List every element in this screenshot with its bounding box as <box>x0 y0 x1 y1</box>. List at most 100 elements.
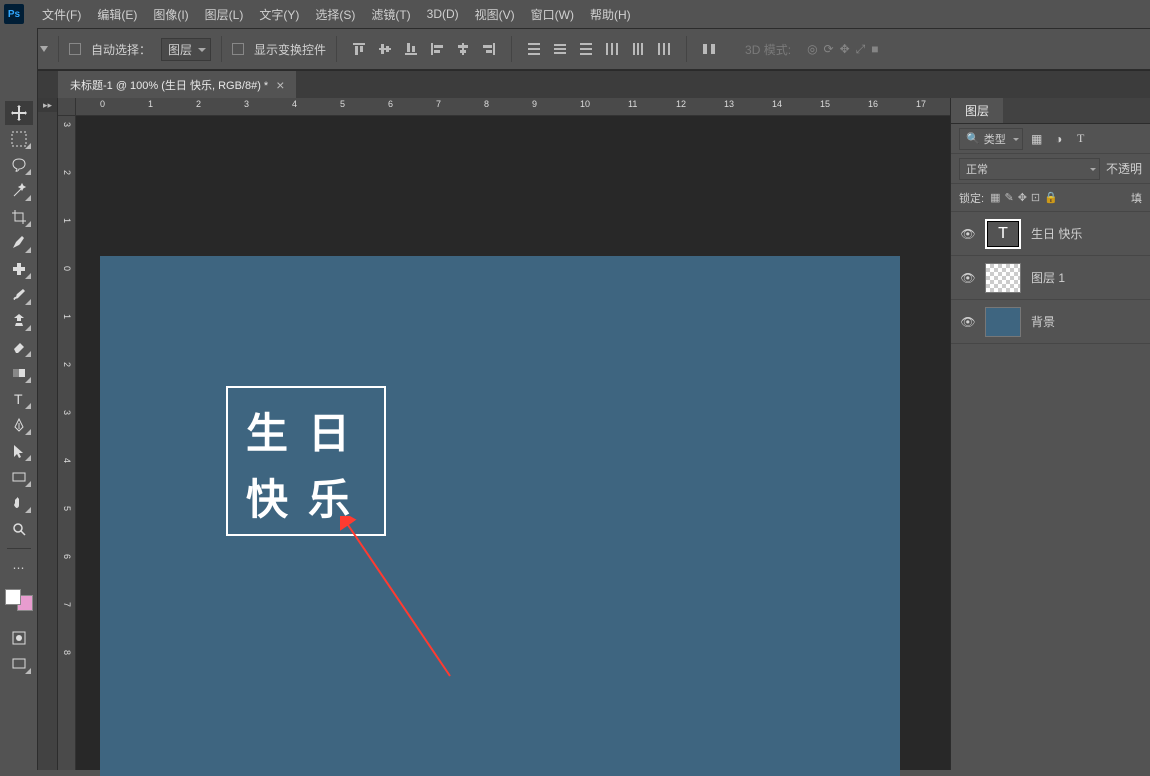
hand-tool[interactable] <box>5 491 33 515</box>
mode3d-icons: ◎ ⟳ ✥ ⤢ ■ <box>807 42 878 57</box>
layers-tab[interactable]: 图层 <box>951 98 1003 123</box>
visibility-toggle-icon[interactable]: 👁 <box>957 315 979 329</box>
auto-align-icon[interactable] <box>697 37 721 61</box>
menu-window[interactable]: 窗口(W) <box>523 0 582 28</box>
menu-layer[interactable]: 图层(L) <box>197 0 252 28</box>
ruler-horizontal[interactable]: 01234567891011121314151617 <box>76 98 950 116</box>
clone-stamp-tool[interactable] <box>5 309 33 333</box>
pan-3d-icon[interactable]: ✥ <box>840 42 850 57</box>
lock-brush-icon[interactable]: ✎ <box>1004 191 1013 204</box>
lasso-tool[interactable] <box>5 153 33 177</box>
document-canvas[interactable]: 生日 快乐 <box>100 256 900 776</box>
menu-select[interactable]: 选择(S) <box>307 0 363 28</box>
distribute-hcenter-icon[interactable] <box>626 37 650 61</box>
fill-label: 填 <box>1131 190 1142 206</box>
brush-tool[interactable] <box>5 283 33 307</box>
layer-name[interactable]: 图层 1 <box>1031 269 1065 286</box>
chevron-down-icon[interactable] <box>40 46 48 52</box>
separator <box>511 36 512 62</box>
edit-toolbar-icon[interactable]: ⋯ <box>5 556 33 580</box>
color-swatches[interactable] <box>5 589 33 611</box>
separator <box>336 36 337 62</box>
panel-dock-strip: ▸▸ <box>38 98 58 770</box>
menu-file[interactable]: 文件(F) <box>34 0 89 28</box>
menu-3d[interactable]: 3D(D) <box>419 0 467 28</box>
auto-select-label: 自动选择： <box>91 41 151 58</box>
move-tool[interactable] <box>5 101 33 125</box>
distribute-vcenter-icon[interactable] <box>548 37 572 61</box>
layer-item[interactable]: 👁 T 生日 快乐 <box>951 212 1150 256</box>
magic-wand-tool[interactable] <box>5 179 33 203</box>
canvas-text-line1: 生日 <box>246 400 370 461</box>
layer-thumbnail[interactable] <box>985 307 1021 337</box>
layer-thumbnail[interactable]: T <box>985 219 1021 249</box>
auto-select-checkbox[interactable] <box>69 43 81 55</box>
orbit-3d-icon[interactable]: ◎ <box>807 42 817 57</box>
foreground-color[interactable] <box>5 589 21 605</box>
distribute-top-icon[interactable] <box>522 37 546 61</box>
align-bottom-icon[interactable] <box>399 37 423 61</box>
layer-name[interactable]: 背景 <box>1031 313 1055 330</box>
blend-mode-dropdown[interactable]: 正常 <box>959 158 1100 180</box>
align-hcenter-icon[interactable] <box>451 37 475 61</box>
gradient-tool[interactable] <box>5 361 33 385</box>
filter-adjust-icon[interactable]: ◑ <box>1051 131 1067 147</box>
screenmode-tool[interactable] <box>5 652 33 676</box>
dock-expand-icon[interactable]: ▸▸ <box>38 98 57 112</box>
layer-item[interactable]: 👁 图层 1 <box>951 256 1150 300</box>
visibility-toggle-icon[interactable]: 👁 <box>957 271 979 285</box>
spot-heal-tool[interactable] <box>5 257 33 281</box>
slide-3d-icon[interactable]: ⤢ <box>856 42 866 57</box>
layer-filter-dropdown[interactable]: 🔍 类型 <box>959 128 1023 150</box>
lock-label: 锁定: <box>959 190 984 206</box>
menu-type[interactable]: 文字(Y) <box>251 0 307 28</box>
separator <box>221 36 222 62</box>
roll-3d-icon[interactable]: ⟳ <box>824 42 834 57</box>
type-tool[interactable]: T <box>5 387 33 411</box>
marquee-tool[interactable] <box>5 127 33 151</box>
text-selection-box[interactable]: 生日 快乐 <box>226 386 386 536</box>
align-top-icon[interactable] <box>347 37 371 61</box>
auto-select-dropdown[interactable]: 图层 <box>161 38 211 61</box>
filter-type-icon[interactable]: T <box>1073 131 1089 147</box>
menu-edit[interactable]: 编辑(E) <box>89 0 145 28</box>
document-tab[interactable]: 未标题-1 @ 100% (生日 快乐, RGB/8#) * × <box>58 71 296 98</box>
zoom-tool[interactable] <box>5 517 33 541</box>
layers-panel: 图层 🔍 类型 ▦ ◑ T 正常 不透明 锁定: ▦ ✎ ✥ ⊡ 🔒 填 👁 T… <box>950 98 1150 770</box>
menu-help[interactable]: 帮助(H) <box>582 0 639 28</box>
tools-panel: T ⋯ <box>0 28 38 770</box>
menu-filter[interactable]: 滤镜(T) <box>363 0 418 28</box>
eraser-tool[interactable] <box>5 335 33 359</box>
lock-artboard-icon[interactable]: ⊡ <box>1031 191 1040 204</box>
distribute-bottom-icon[interactable] <box>574 37 598 61</box>
pen-tool[interactable] <box>5 413 33 437</box>
panel-tabs: 图层 <box>951 98 1150 124</box>
path-select-tool[interactable] <box>5 439 33 463</box>
align-right-icon[interactable] <box>477 37 501 61</box>
mode3d-label: 3D 模式: <box>745 41 791 58</box>
ruler-vertical[interactable]: 321012345678 <box>58 116 76 770</box>
show-transform-checkbox[interactable] <box>232 43 244 55</box>
lock-pixels-icon[interactable]: ▦ <box>990 191 1000 204</box>
app-logo: Ps <box>4 4 24 24</box>
separator <box>58 36 59 62</box>
filter-pixel-icon[interactable]: ▦ <box>1029 131 1045 147</box>
distribute-right-icon[interactable] <box>652 37 676 61</box>
eyedropper-tool[interactable] <box>5 231 33 255</box>
menu-view[interactable]: 视图(V) <box>467 0 523 28</box>
lock-position-icon[interactable]: ✥ <box>1018 191 1027 204</box>
tab-close-icon[interactable]: × <box>276 78 284 92</box>
rectangle-tool[interactable] <box>5 465 33 489</box>
align-vcenter-icon[interactable] <box>373 37 397 61</box>
crop-tool[interactable] <box>5 205 33 229</box>
visibility-toggle-icon[interactable]: 👁 <box>957 227 979 241</box>
layer-item[interactable]: 👁 背景 <box>951 300 1150 344</box>
quickmask-tool[interactable] <box>5 626 33 650</box>
zoom-3d-icon[interactable]: ■ <box>871 42 878 57</box>
align-left-icon[interactable] <box>425 37 449 61</box>
layer-name[interactable]: 生日 快乐 <box>1031 225 1082 242</box>
lock-all-icon[interactable]: 🔒 <box>1044 191 1058 204</box>
distribute-left-icon[interactable] <box>600 37 624 61</box>
menu-image[interactable]: 图像(I) <box>145 0 196 28</box>
layer-thumbnail[interactable] <box>985 263 1021 293</box>
